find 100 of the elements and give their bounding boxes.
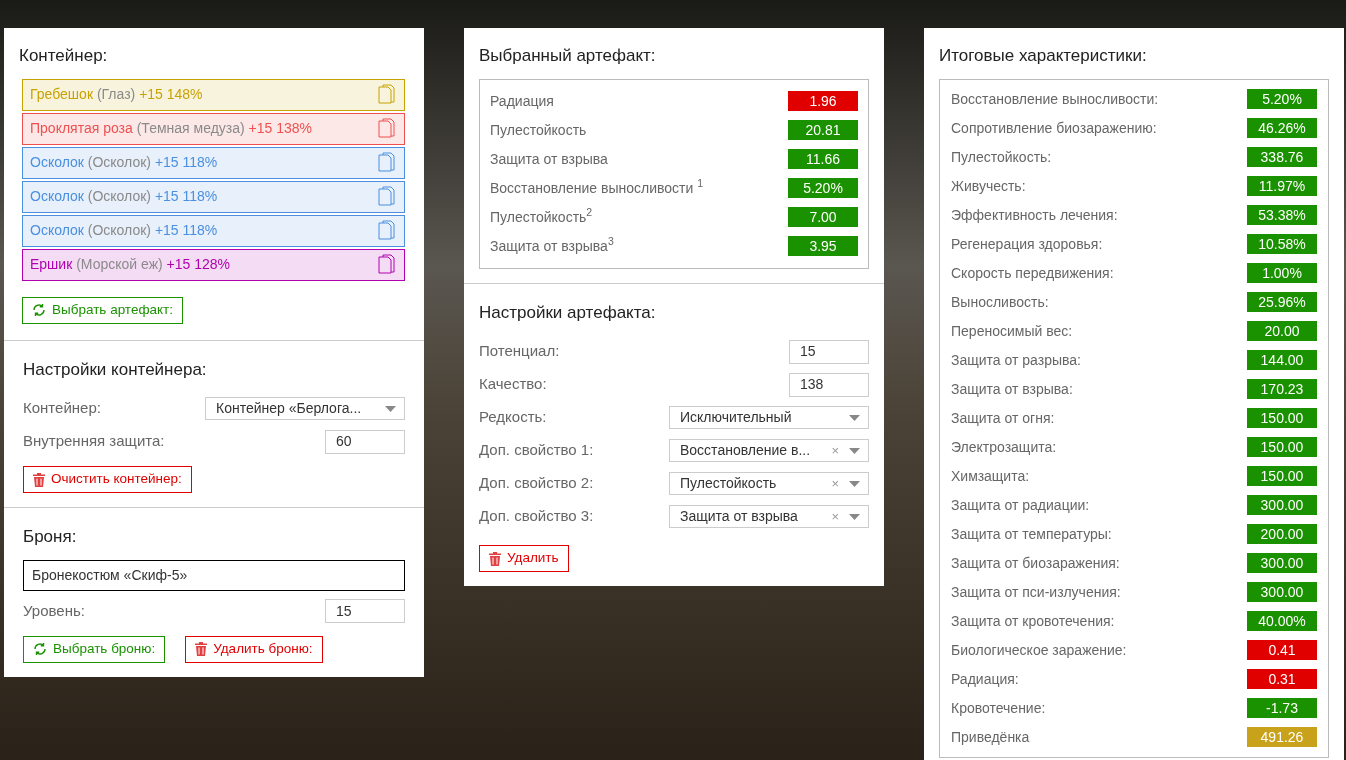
stat-value: 5.20% — [1247, 89, 1317, 109]
stat-label: Живучесть: — [951, 176, 1026, 196]
dropdown[interactable]: Восстановление в... × — [669, 439, 869, 462]
artifact-row[interactable]: Осколок (Осколок) +15 118% — [22, 146, 405, 179]
stat-value: 3.95 — [788, 236, 858, 256]
stat-value: 53.38% — [1247, 205, 1317, 225]
stat-label: Защита от радиации: — [951, 495, 1090, 515]
select-button[interactable]: Выбрать артефакт: — [22, 296, 183, 324]
section-title: Настройки артефакта: — [479, 301, 657, 324]
stat-label: Защита от температуры: — [951, 524, 1112, 544]
copy-icon[interactable] — [378, 219, 396, 242]
dropdown[interactable]: Пулестойкость × — [669, 472, 869, 495]
artifact-row[interactable]: Проклятая роза (Темная медуза) +15 138% — [22, 112, 405, 145]
armor-field[interactable]: Бронекостюм «Скиф-5» — [23, 559, 405, 591]
stat-value: 300.00 — [1247, 553, 1317, 573]
refresh-icon — [33, 642, 47, 656]
field-label: Редкость: — [479, 407, 547, 428]
dropdown[interactable]: Исключительный — [669, 406, 869, 429]
field-label: Уровень: — [23, 600, 85, 621]
stat-value: 338.76 — [1247, 147, 1317, 167]
stat-value: 1.00% — [1247, 263, 1317, 283]
delete-button[interactable]: Удалить — [479, 545, 569, 572]
artifact-name: Осколок (Осколок) +15 118% — [30, 153, 218, 172]
artifact-row[interactable]: Ершик (Морской еж) +15 128% — [22, 248, 405, 281]
stat-label: Восстановление выносливости: — [951, 89, 1159, 109]
section-title: Настройки контейнера: — [23, 358, 208, 381]
stat-value: 5.20% — [788, 178, 858, 198]
artifact-row[interactable]: Осколок (Осколок) +15 118% — [22, 180, 405, 213]
clear-icon[interactable]: × — [831, 506, 839, 527]
stat-label: Химзащита: — [951, 466, 1030, 486]
stat-label: Радиация: — [951, 669, 1019, 689]
stat-value: 150.00 — [1247, 466, 1317, 486]
stat-value: 144.00 — [1247, 350, 1317, 370]
stat-value: 7.00 — [788, 207, 858, 227]
stat-label: Защита от пси-излучения: — [951, 582, 1121, 602]
stat-label: Скорость передвижения: — [951, 263, 1114, 283]
stat-label: Пулестойкость — [490, 120, 587, 140]
delete-button[interactable]: Очистить контейнер: — [23, 466, 192, 493]
stat-label: Биологическое заражение: — [951, 640, 1127, 660]
field-label: Потенциал: — [479, 341, 560, 362]
copy-icon[interactable] — [378, 83, 396, 106]
stat-label: Переносимый вес: — [951, 321, 1073, 341]
artifact-name: Проклятая роза (Темная медуза) +15 138% — [30, 119, 312, 138]
stat-value: 150.00 — [1247, 437, 1317, 457]
stat-value: 491.26 — [1247, 727, 1317, 747]
stat-value: 10.58% — [1247, 234, 1317, 254]
copy-icon[interactable] — [378, 117, 396, 140]
field-label: Контейнер: — [23, 398, 101, 419]
section-title: Контейнер: — [19, 45, 109, 67]
dropdown[interactable]: Контейнер «Берлога... — [205, 397, 405, 420]
stat-label: Приведёнка — [951, 727, 1030, 747]
artifact-name: Осколок (Осколок) +15 118% — [30, 187, 218, 206]
caret-icon — [849, 513, 860, 520]
section-title: Броня: — [23, 526, 78, 548]
field-label: Доп. свойство 1: — [479, 440, 594, 461]
stat-label: Восстановление выносливости $^{1}$ — [490, 177, 704, 198]
trash-icon — [33, 472, 45, 487]
select-button[interactable]: Выбрать броню: — [23, 635, 166, 663]
artifact-row[interactable]: Гребешок (Глаз) +15 148% — [22, 78, 405, 111]
stat-value: 20.81 — [788, 120, 858, 140]
stat-label: Защита от взрыва: — [951, 379, 1073, 399]
trash-icon — [195, 642, 208, 656]
input-field[interactable]: 15 — [325, 599, 405, 623]
stat-label: Пулестойкость$^{2}$ — [490, 206, 593, 227]
field-label: Доп. свойство 3: — [479, 506, 594, 527]
input-field[interactable]: 15 — [789, 339, 869, 364]
stat-label: Радиация — [490, 91, 554, 111]
stat-label: Пулестойкость: — [951, 147, 1052, 167]
stat-label: Защита от разрыва: — [951, 350, 1081, 370]
stat-value: 150.00 — [1247, 408, 1317, 428]
field-label: Качество: — [479, 374, 547, 395]
copy-icon[interactable] — [378, 185, 396, 208]
input-field[interactable]: 138 — [789, 372, 869, 397]
stat-value: 25.96% — [1247, 292, 1317, 312]
caret-icon — [385, 405, 396, 412]
caret-icon — [849, 480, 860, 487]
copy-icon[interactable] — [378, 151, 396, 174]
copy-icon[interactable] — [378, 253, 396, 276]
dropdown[interactable]: Защита от взрыва × — [669, 505, 869, 528]
stat-value: 46.26% — [1247, 118, 1317, 138]
clear-icon[interactable]: × — [831, 440, 839, 461]
stat-label: Электрозащита: — [951, 437, 1057, 457]
artifact-name: Ершик (Морской еж) +15 128% — [30, 255, 231, 274]
refresh-icon — [32, 303, 46, 317]
caret-icon — [849, 414, 860, 421]
artifact-name: Гребешок (Глаз) +15 148% — [30, 85, 203, 104]
stat-value: 300.00 — [1247, 495, 1317, 515]
delete-button[interactable]: Удалить броню: — [185, 635, 323, 663]
trash-icon — [489, 551, 501, 566]
stat-label: Сопротивление биозаражению: — [951, 118, 1157, 138]
stat-label: Кровотечение: — [951, 698, 1046, 718]
artifact-row[interactable]: Осколок (Осколок) +15 118% — [22, 214, 405, 247]
stat-label: Выносливость: — [951, 292, 1049, 312]
stat-value: 300.00 — [1247, 582, 1317, 602]
artifact-name: Осколок (Осколок) +15 118% — [30, 221, 218, 240]
stat-label: Эффективность лечения: — [951, 205, 1118, 225]
input-field[interactable]: 60 — [325, 429, 405, 454]
stat-label: Защита от кровотечения: — [951, 611, 1115, 631]
stat-label: Защита от взрыва$^{3}$ — [490, 235, 614, 256]
clear-icon[interactable]: × — [831, 473, 839, 494]
